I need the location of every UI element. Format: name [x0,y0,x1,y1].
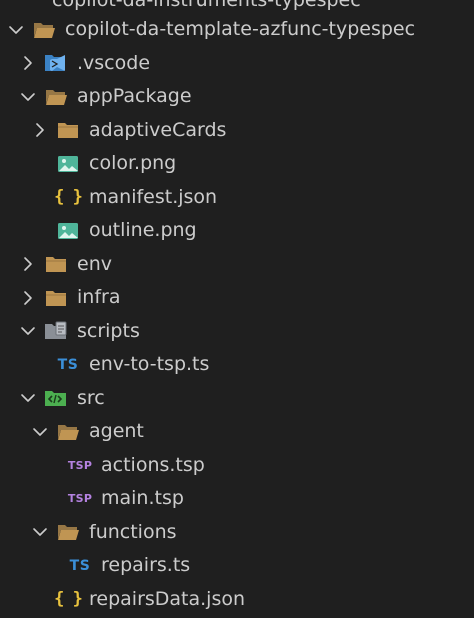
tree-item[interactable]: agent [0,415,474,449]
tree-item-label: adaptiveCards [89,118,227,141]
tree-item-label: copilot-da-template-azfunc-typespec [65,18,416,41]
tree-item[interactable]: TSP actions.tsp [0,449,474,483]
folder-icon [44,252,68,276]
tree-item[interactable]: outline.png [0,214,474,248]
chevron-right-icon[interactable] [18,53,38,73]
tree-item-label: appPackage [77,85,192,108]
tree-item[interactable]: { } repairsData.json [0,583,474,617]
tsp-badge: TSP [67,458,93,472]
ts-badge: TS [69,557,91,574]
json-icon: { } [54,185,83,209]
folder-open-icon [56,420,80,444]
tree-item[interactable]: appPackage [0,80,474,114]
tree-item[interactable]: { } manifest.json [0,181,474,215]
folder-icon [56,118,80,142]
chevron-down-icon[interactable] [30,422,50,442]
chevron-down-icon[interactable] [30,522,50,542]
tree-item-label: functions [89,520,177,543]
chevron-down-icon[interactable] [18,87,38,107]
json-badge: { } [54,588,83,609]
tree-item-label: repairs.ts [101,554,191,577]
vscode-folder-icon [44,51,68,75]
tree-item[interactable]: src [0,382,474,416]
chevron-right-icon[interactable] [18,254,38,274]
chevron-down-icon[interactable] [18,388,38,408]
tsp-badge: TSP [67,492,93,506]
tree-item-label: actions.tsp [101,453,205,476]
tree-item[interactable]: env [0,248,474,282]
typespec-icon: TSP [68,487,92,511]
ts-badge: TS [57,356,79,373]
tree-item-label: env-to-tsp.ts [89,353,210,376]
tree-item[interactable]: color.png [0,147,474,181]
folder-open-icon [44,85,68,109]
tree-item-label: env [77,252,112,275]
tree-item[interactable]: .vscode [0,47,474,81]
image-icon [56,152,80,176]
tree-item[interactable]: adaptiveCards [0,114,474,148]
folder-open-icon [32,18,56,42]
tree-item[interactable]: scripts [0,315,474,349]
file-explorer-tree: copilot-da-instruments-typespec copilot-… [0,0,474,618]
tree-item[interactable]: TS env-to-tsp.ts [0,348,474,382]
tree-item[interactable]: TS repairs.ts [0,549,474,583]
tree-item[interactable]: infra [0,281,474,315]
chevron-down-icon[interactable] [18,321,38,341]
image-icon [56,219,80,243]
tree-item[interactable]: TSP main.tsp [0,482,474,516]
json-badge: { } [54,186,83,207]
typescript-icon: TS [56,353,80,377]
tree-item[interactable]: copilot-da-template-azfunc-typespec [0,13,474,47]
tree-item-label: agent [89,420,144,443]
folder-open-icon [56,520,80,544]
tree-item-label: infra [77,286,121,309]
chevron-down-icon[interactable] [6,20,26,40]
tree-item-label: main.tsp [101,487,184,510]
chevron-right-icon[interactable] [30,120,50,140]
typespec-icon: TSP [68,453,92,477]
json-icon: { } [54,587,83,611]
chevron-right-icon[interactable] [18,288,38,308]
tree-item-label: manifest.json [89,185,218,208]
tree-item-partial[interactable]: copilot-da-instruments-typespec [0,0,361,14]
tree-item-label: color.png [89,152,177,175]
folder-icon [44,286,68,310]
tree-item-label: copilot-da-instruments-typespec [52,0,361,11]
tree-item[interactable]: functions [0,516,474,550]
scripts-folder-icon [44,319,68,343]
tree-item-label: src [77,386,105,409]
tree-item-label: repairsData.json [89,587,246,610]
tree-item-label: outline.png [89,219,197,242]
src-folder-icon [44,386,68,410]
tree-item-label: scripts [77,319,140,342]
tree-item-label: .vscode [77,51,151,74]
typescript-icon: TS [68,554,92,578]
